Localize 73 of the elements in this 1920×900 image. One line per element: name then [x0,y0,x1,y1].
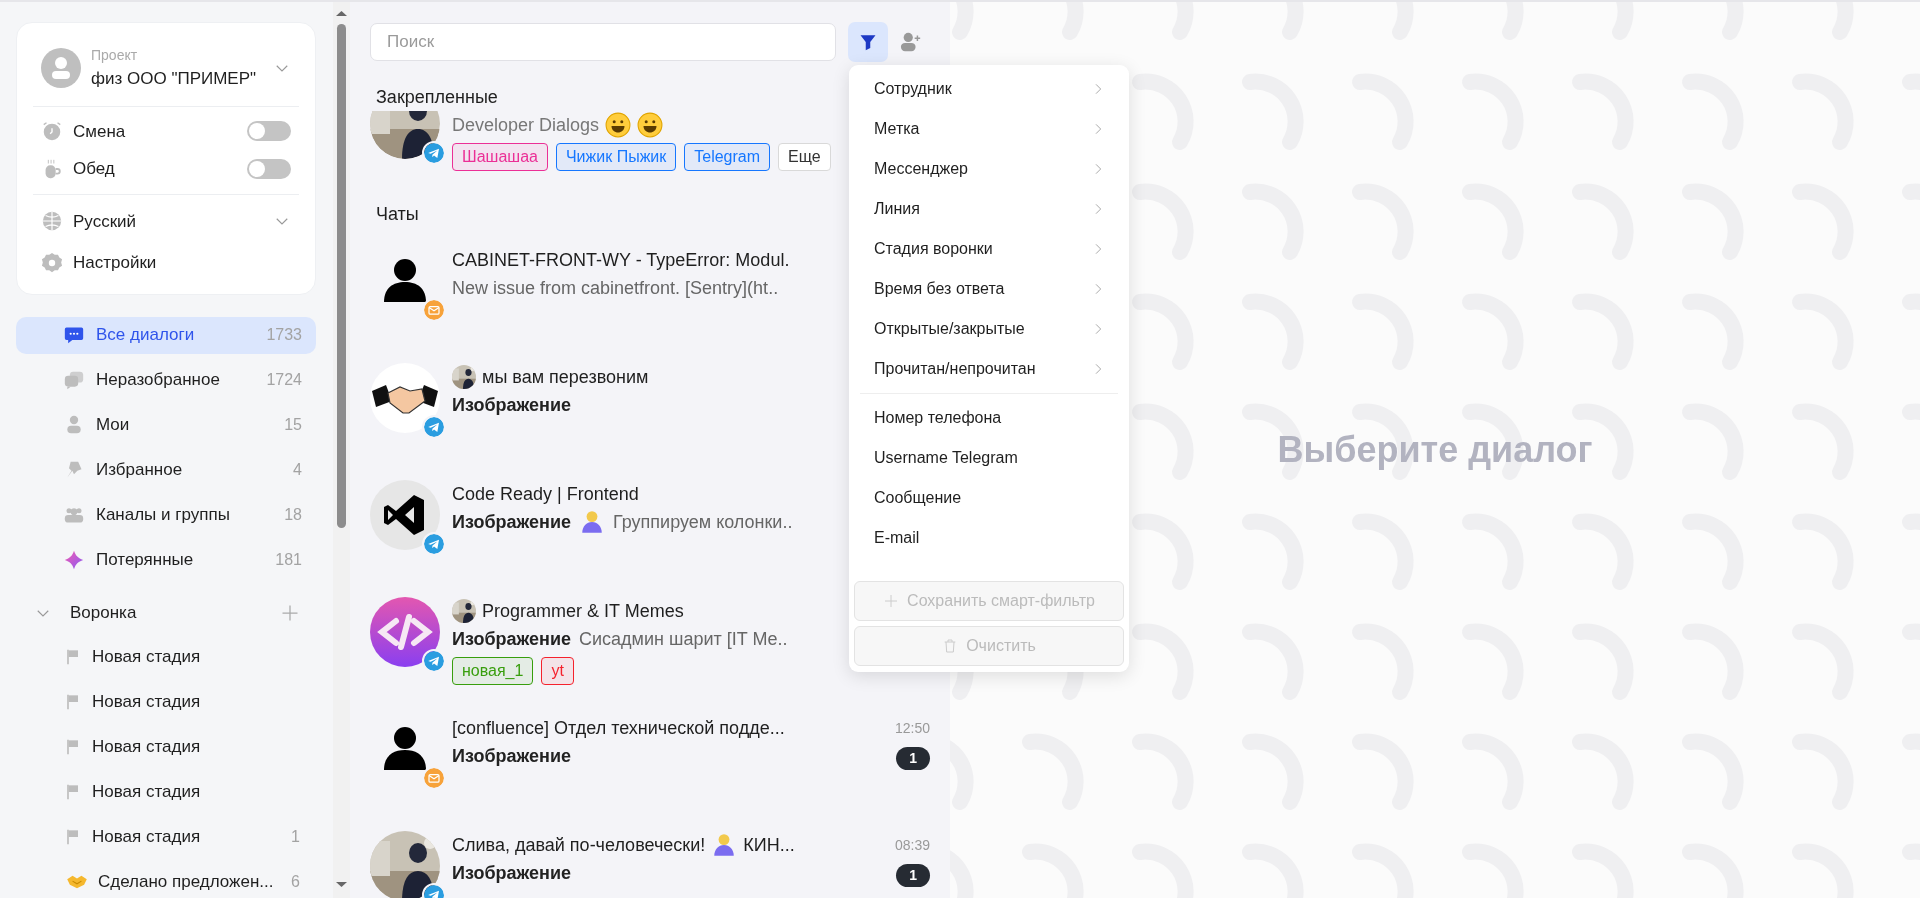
toggle-label: Смена [73,120,126,143]
menu-item[interactable]: Время без ответа [854,269,1124,309]
toggle-label: Обед [73,158,115,180]
nav-item[interactable]: Мои 15 [16,406,316,444]
funnel-stage[interactable]: Новая стадия [16,728,316,766]
smiley-icon [637,112,664,138]
funnel-stage[interactable]: Новая стадия [16,683,316,721]
menu-item[interactable]: Прочитан/непрочитан [854,349,1124,389]
chats-icon [64,370,84,390]
toggle-switch[interactable] [247,121,291,142]
message-preview: Изображение [452,510,572,534]
message-preview: Сисадмин шарит [IT Me.. [579,627,788,651]
nav-item[interactable]: Каналы и группы 18 [16,496,316,534]
funnel-stage[interactable]: Новая стадия [16,638,316,676]
chat-title: КИН... [743,833,795,857]
menu-item[interactable]: Номер телефона [854,398,1124,438]
search-field[interactable]: Поиск [370,23,836,61]
menu-item[interactable]: E-mail [854,518,1124,558]
menu-item[interactable]: Линия [854,189,1124,229]
menu-item[interactable]: Метка [854,109,1124,149]
chat-title: Code Ready | Frontend [452,482,639,506]
scrollbar[interactable] [333,2,350,898]
language-label[interactable]: Русский [73,208,137,234]
message-preview: Изображение [452,744,572,768]
message-time: 08:39 [894,836,930,855]
settings-icon [41,251,63,274]
filter-icon [859,33,877,51]
sparkle-icon [64,550,84,570]
menu-item[interactable]: Стадия воронки [854,229,1124,269]
menu-item[interactable]: Сообщение [854,478,1124,518]
message-preview: Группируем колонки.. [613,510,793,534]
add-user-icon[interactable] [900,31,922,53]
chat-title: мы вам перезвоним [482,365,649,389]
plus-icon [883,593,900,609]
nav-item[interactable]: Потерянные 181 [16,541,316,579]
message-preview: Изображение [452,393,572,417]
avatar-icon [41,48,81,89]
message-time: 12:50 [894,719,930,738]
message-preview: New issue from cabinetfront. [Sentry](ht.. [452,276,779,300]
smiley-icon [605,112,632,138]
section-heading: Закрепленные [375,86,498,109]
menu-item[interactable]: Username Telegram [854,438,1124,478]
message-preview: Изображение [452,861,572,885]
menu-item[interactable]: Открытые/закрытые [854,309,1124,349]
project-name[interactable]: физ ООО "ПРИМЕР" [91,66,257,92]
funnel-title: Воронка [70,601,137,624]
alarm-clock-icon [41,120,63,143]
menu-item[interactable]: Сотрудник [854,69,1124,109]
toggle-switch[interactable] [247,158,291,179]
project-label: Проект [91,46,139,65]
filter-button[interactable] [848,22,888,62]
chat-title: CABINET-FRONT-WY - TypeError: Modul. [452,248,790,272]
chat-title: Слива, давай по-человечески! [452,833,706,857]
globe-icon [41,210,63,233]
empty-state-message: Выберите диалог [1277,428,1593,472]
section-heading: Чаты [375,203,419,226]
chat-title: [confluence] Отдел технической подде... [452,716,785,740]
funnel-stage[interactable]: Новая стадия [16,773,316,811]
chat-title: Developer Dialogs [452,113,600,137]
chat-title: Programmer & IT Memes [482,599,684,623]
nav-item[interactable]: Избранное 4 [16,451,316,489]
tag[interactable]: Еще [778,143,831,171]
unread-count: 1 [896,864,930,887]
settings-label[interactable]: Настройки [73,250,157,276]
funnel-stage[interactable]: Сделано предложен... 6 [16,863,316,898]
person-icon [64,415,84,435]
chat-icon [64,325,84,345]
unread-count: 1 [896,747,930,770]
nav-item[interactable]: Неразобранное 1724 [16,361,316,399]
nav-item[interactable]: Все диалоги 1733 [16,316,316,354]
menu-item[interactable]: Мессенджер [854,149,1124,189]
funnel-stage[interactable]: Новая стадия 1 [16,818,316,856]
message-preview: Изображение [452,627,572,651]
